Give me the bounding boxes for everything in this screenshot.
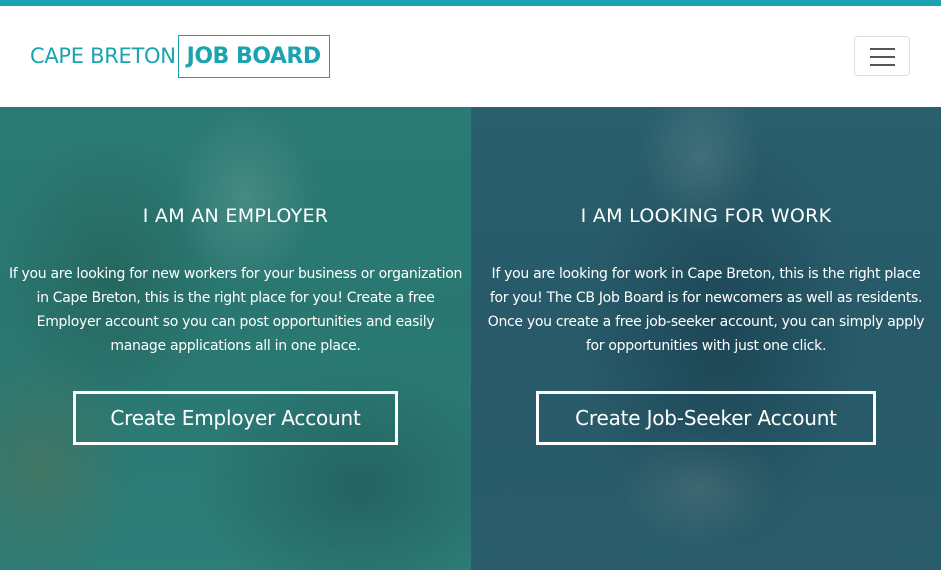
logo-text-cape-breton: CAPE BRETON [30,44,176,68]
create-job-seeker-account-button[interactable]: Create Job-Seeker Account [536,391,876,445]
job-seeker-panel: I AM LOOKING FOR WORK If you are looking… [471,107,941,570]
hamburger-menu-button[interactable] [854,36,910,76]
site-header: CAPE BRETON JOB BOARD [0,6,941,107]
hamburger-menu-icon-bar [870,56,895,58]
logo-text-job-board: JOB BOARD [186,44,321,69]
site-logo[interactable]: CAPE BRETON JOB BOARD [30,35,330,78]
hamburger-menu-icon [870,48,895,50]
hamburger-menu-icon-bar [870,64,895,66]
logo-box: JOB BOARD [177,35,330,78]
employer-description: If you are looking for new workers for y… [8,266,463,354]
employer-title: I AM AN EMPLOYER [142,205,329,227]
employer-panel: I AM AN EMPLOYER If you are looking for … [0,107,471,570]
job-seeker-description: If you are looking for work in Cape Bret… [487,266,925,354]
create-employer-account-button[interactable]: Create Employer Account [73,391,398,445]
job-seeker-title: I AM LOOKING FOR WORK [580,205,832,227]
